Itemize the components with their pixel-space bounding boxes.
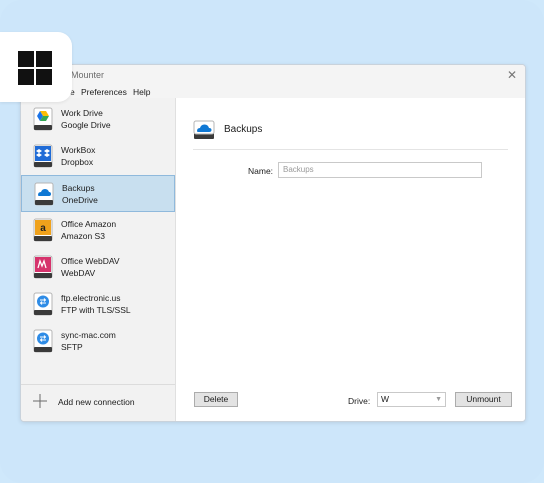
connection-item-office-amazon[interactable]: a Office Amazon Amazon S3 [21,212,175,249]
windows-badge [0,32,72,102]
connection-name: Office WebDAV [61,256,120,266]
drive-value: W [381,394,390,404]
chevron-down-icon: ▼ [435,396,442,403]
connection-item-backups[interactable]: Backups OneDrive [21,175,175,212]
header-divider [193,149,508,150]
sidebar-divider [21,384,175,385]
title-bar: Mounter ✕ [21,65,525,85]
connections-sidebar: Work Drive Google Drive WorkBox Dropbox [21,98,176,421]
onedrive-icon [34,182,54,206]
delete-button[interactable]: Delete [194,392,238,407]
connection-item-office-webdav[interactable]: Office WebDAV WebDAV [21,249,175,286]
windows-logo-icon [18,51,52,85]
menu-preferences[interactable]: Preferences [81,87,127,97]
onedrive-drive-icon [193,120,215,139]
connection-service: Google Drive [61,119,111,130]
menu-help[interactable]: Help [133,87,150,97]
close-icon[interactable]: ✕ [505,68,519,82]
dropbox-icon [33,144,53,168]
connection-name: ftp.electronic.us [61,293,121,303]
connection-item-ftp[interactable]: ftp.electronic.us FTP with TLS/SSL [21,286,175,323]
webdav-icon [33,255,53,279]
connection-item-sync-mac[interactable]: sync-mac.com SFTP [21,323,175,360]
ftp-icon [33,292,53,316]
plus-icon [33,394,47,408]
drive-select[interactable]: W ▼ [377,392,446,407]
connection-name: sync-mac.com [61,330,116,340]
detail-title: Backups [224,124,263,135]
connection-item-work-drive[interactable]: Work Drive Google Drive [21,101,175,138]
connection-service: OneDrive [62,194,98,205]
connection-name: Backups [62,183,95,193]
unmount-button[interactable]: Unmount [455,392,512,407]
connection-service: WebDAV [61,267,96,278]
connection-detail-panel: Backups Name: Backups Delete Drive: W ▼ … [176,98,525,421]
sftp-icon [33,329,53,353]
svg-text:a: a [40,223,46,234]
mounter-window: Mounter ✕ File Preferences Help Work Dri… [20,64,526,422]
connection-item-workbox[interactable]: WorkBox Dropbox [21,138,175,175]
amazon-s3-icon: a [33,218,53,242]
connection-service: Dropbox [61,156,94,167]
name-label: Name: [248,166,274,176]
connection-service: Amazon S3 [61,230,105,241]
menu-bar: File Preferences Help [21,85,525,98]
name-input[interactable]: Backups [278,162,482,178]
add-connection-button[interactable]: Add new connection [33,394,173,410]
connection-name: WorkBox [61,145,96,155]
connection-name: Work Drive [61,108,103,118]
connection-service: FTP with TLS/SSL [61,304,131,315]
add-connection-label: Add new connection [58,397,135,407]
connection-service: SFTP [61,341,83,352]
window-title: Mounter [71,70,105,80]
connection-name: Office Amazon [61,219,117,229]
google-drive-icon [33,107,53,131]
drive-label: Drive: [348,396,371,406]
